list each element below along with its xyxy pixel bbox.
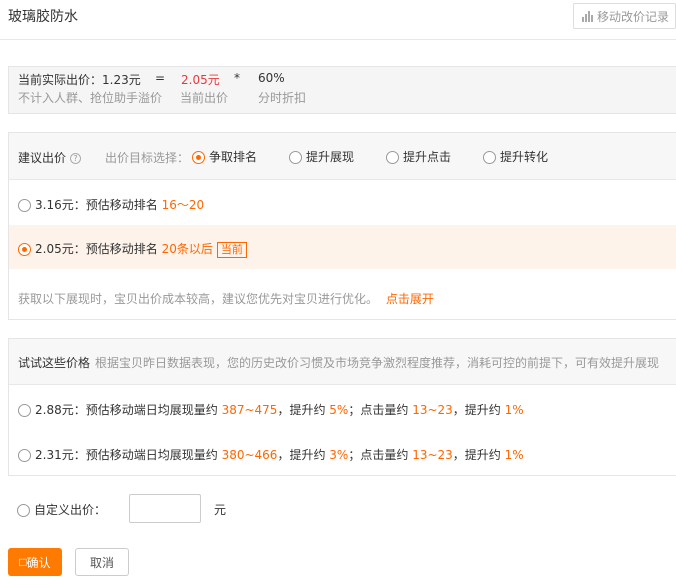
target-option-label: 提升转化 bbox=[500, 150, 549, 164]
suggested-bid-header: 建议出价? 出价目标选择： 争取排名 提升展现 提升点击 提升转化 bbox=[9, 133, 676, 180]
impressions-label: 预估移动端日均展现量约 bbox=[85, 448, 218, 462]
header: 玻璃胶防水 移动改价记录 bbox=[0, 0, 676, 40]
target-option-conversion[interactable]: 提升转化 bbox=[483, 148, 548, 165]
uplift-label: ，提升约 bbox=[277, 448, 326, 462]
change-history-label: 移动改价记录 bbox=[597, 9, 670, 24]
target-option-label: 提升点击 bbox=[403, 150, 452, 164]
option-price: 3.16元： bbox=[35, 198, 86, 212]
clicks-range: 13~23 bbox=[412, 448, 453, 462]
current-price-summary: 当前实际出价：1.23元 = 2.05元 * 60% 不计入人群、抢位助手溢价 … bbox=[8, 66, 676, 114]
suggested-option-row-current[interactable]: 2.05元：预估移动排名 20条以后 当前 bbox=[9, 225, 676, 269]
try-price: 2.88元： bbox=[35, 403, 86, 417]
suggested-bid-label: 建议出价 bbox=[18, 151, 67, 165]
radio-icon[interactable] bbox=[18, 199, 31, 212]
clicks-uplift: 1% bbox=[504, 448, 524, 462]
try-price: 2.31元： bbox=[35, 448, 86, 462]
impressions-range: 380~466 bbox=[221, 448, 278, 462]
clicks-range: 13~23 bbox=[412, 403, 453, 417]
suggested-option-row[interactable]: 3.16元：预估移动排名 16～20 bbox=[9, 181, 676, 225]
clicks-uplift: 1% bbox=[504, 403, 524, 417]
bid-target-label: 出价目标选择： bbox=[105, 151, 190, 165]
try-price-row[interactable]: 2.88元：预估移动端日均展现量约 387~475，提升约 5%；点击量约 13… bbox=[9, 386, 676, 430]
impressions-uplift: 3% bbox=[329, 448, 349, 462]
option-rank: 16～20 bbox=[161, 198, 205, 212]
uplift-label: ，提升约 bbox=[452, 448, 501, 462]
try-prices-title: 试试这些价格 bbox=[18, 356, 91, 370]
suggested-bid-title: 建议出价? bbox=[18, 149, 82, 166]
impressions-uplift: 5% bbox=[329, 403, 349, 417]
custom-bid-unit: 元 bbox=[214, 503, 227, 517]
multiply-sign: * bbox=[234, 71, 240, 85]
option-desc: 预估移动排名 bbox=[85, 242, 158, 256]
current-bid-note: 当前出价 bbox=[180, 91, 229, 105]
target-option-rank[interactable]: 争取排名 bbox=[192, 148, 257, 165]
impressions-range: 387~475 bbox=[221, 403, 278, 417]
try-prices-desc: 根据宝贝昨日数据表现，您的历史改价习惯及市场竞争激烈程度推荐，消耗可控的前提下，… bbox=[95, 356, 660, 370]
radio-icon[interactable] bbox=[192, 151, 205, 164]
expand-link[interactable]: 点击展开 bbox=[386, 292, 434, 306]
question-circle-icon[interactable]: ? bbox=[70, 153, 82, 164]
current-badge: 当前 bbox=[216, 241, 247, 258]
uplift-label: ，提升约 bbox=[452, 403, 501, 417]
try-prices-header: 试试这些价格 根据宝贝昨日数据表现，您的历史改价习惯及市场竞争激烈程度推荐，消耗… bbox=[9, 339, 676, 385]
option-price: 2.05元： bbox=[35, 242, 86, 256]
try-price-option[interactable]: 2.31元：预估移动端日均展现量约 380~466，提升约 3%；点击量约 13… bbox=[18, 446, 524, 463]
try-price-row[interactable]: 2.31元：预估移动端日均展现量约 380~466，提升约 3%；点击量约 13… bbox=[9, 431, 676, 475]
clicks-label: ；点击量约 bbox=[348, 448, 409, 462]
custom-bid-input[interactable] bbox=[129, 494, 201, 523]
current-bid-value: 2.05元 bbox=[181, 73, 220, 87]
suggested-option[interactable]: 2.05元：预估移动排名 20条以后 当前 bbox=[18, 240, 247, 258]
radio-icon[interactable] bbox=[386, 151, 399, 164]
time-discount-value: 60% bbox=[258, 71, 285, 85]
custom-bid-row: 自定义出价： 元 bbox=[17, 494, 317, 524]
confirm-button[interactable]: □ 确认 bbox=[8, 548, 62, 576]
radio-icon[interactable] bbox=[18, 449, 31, 462]
try-price-option[interactable]: 2.88元：预估移动端日均展现量约 387~475，提升约 5%；点击量约 13… bbox=[18, 401, 524, 418]
radio-icon[interactable] bbox=[483, 151, 496, 164]
try-prices-panel: 试试这些价格 根据宝贝昨日数据表现，您的历史改价习惯及市场竞争激烈程度推荐，消耗… bbox=[8, 338, 676, 476]
bar-chart-icon bbox=[582, 10, 593, 22]
cancel-button[interactable]: 取消 bbox=[75, 548, 129, 576]
radio-icon[interactable] bbox=[17, 504, 30, 517]
confirm-label: 确认 bbox=[26, 555, 51, 570]
suggested-option[interactable]: 3.16元：预估移动排名 16～20 bbox=[18, 196, 204, 213]
equals-sign: = bbox=[155, 71, 166, 85]
clicks-label: ；点击量约 bbox=[348, 403, 409, 417]
target-option-impressions[interactable]: 提升展现 bbox=[289, 148, 354, 165]
radio-icon[interactable] bbox=[18, 404, 31, 417]
actual-bid-label: 当前实际出价：1.23元 bbox=[18, 73, 141, 87]
impressions-label: 预估移动端日均展现量约 bbox=[85, 403, 218, 417]
target-option-label: 争取排名 bbox=[209, 150, 258, 164]
uplift-label: ，提升约 bbox=[277, 403, 326, 417]
target-option-label: 提升展现 bbox=[306, 150, 355, 164]
custom-bid-label: 自定义出价： bbox=[34, 503, 107, 517]
custom-bid-option[interactable]: 自定义出价： bbox=[17, 501, 106, 518]
actual-bid-note: 不计入人群、抢位助手溢价 bbox=[18, 91, 163, 105]
page-title: 玻璃胶防水 bbox=[8, 9, 78, 25]
change-history-button[interactable]: 移动改价记录 bbox=[573, 3, 676, 29]
option-rank: 20条以后 bbox=[161, 242, 213, 256]
radio-icon[interactable] bbox=[289, 151, 302, 164]
suggest-hint-text: 获取以下展现时，宝贝出价成本较高，建议您优先对宝贝进行优化。 bbox=[18, 292, 379, 306]
suggest-hint: 获取以下展现时，宝贝出价成本较高，建议您优先对宝贝进行优化。 点击展开 bbox=[18, 290, 434, 307]
target-option-clicks[interactable]: 提升点击 bbox=[386, 148, 451, 165]
radio-icon[interactable] bbox=[18, 243, 31, 256]
suggested-bid-panel: 建议出价? 出价目标选择： 争取排名 提升展现 提升点击 提升转化 3.16元：… bbox=[8, 132, 676, 320]
time-discount-note: 分时折扣 bbox=[258, 91, 307, 105]
option-desc: 预估移动排名 bbox=[85, 198, 158, 212]
